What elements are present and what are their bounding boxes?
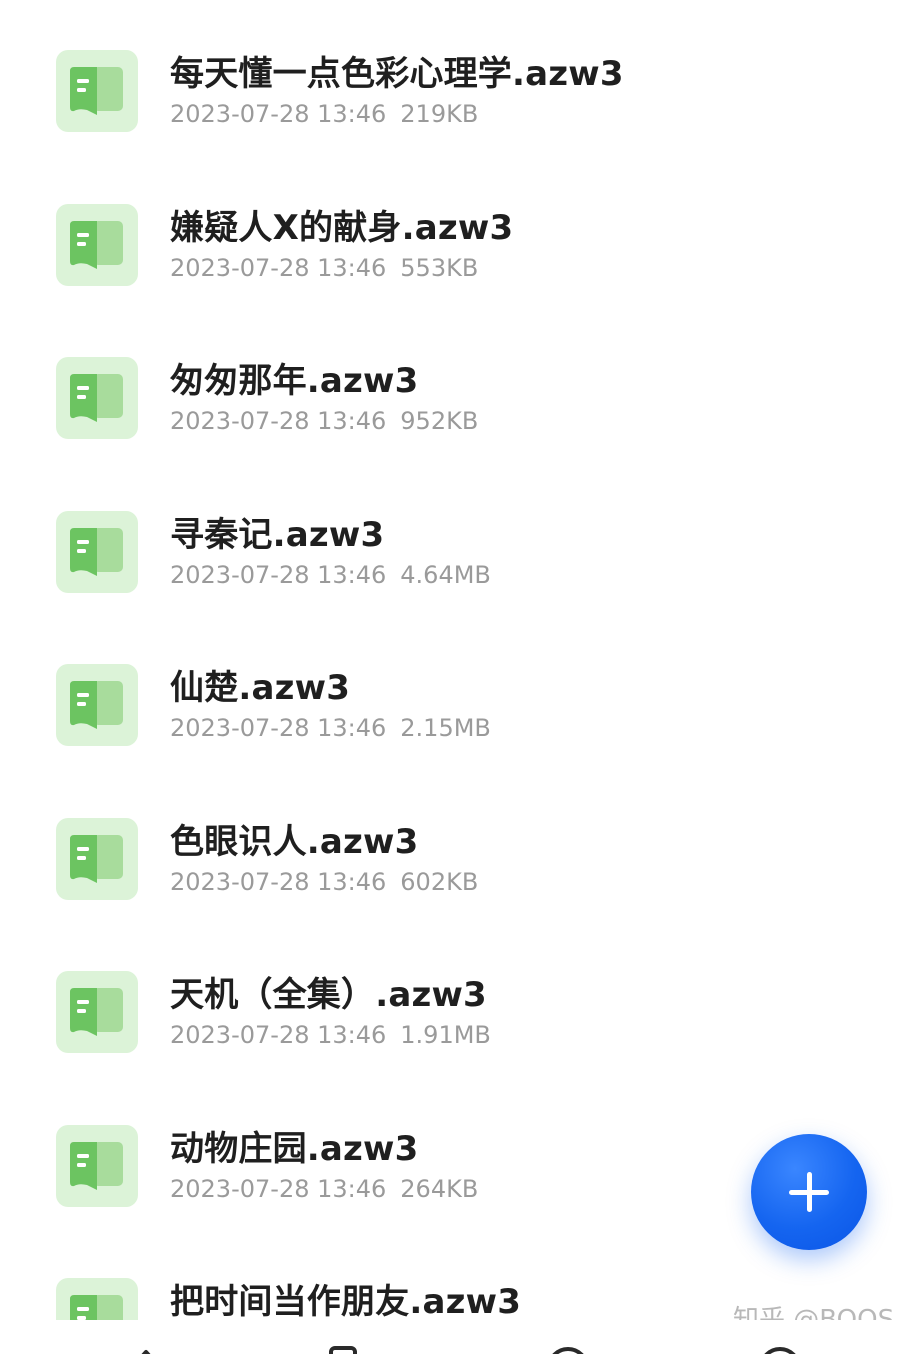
file-date: 2023-07-28 13:46 (170, 407, 387, 435)
file-meta: 2023-07-28 13:46 2.15MB (170, 714, 491, 742)
file-list: 每天懂一点色彩心理学.azw3 2023-07-28 13:46 219KB 嫌疑人X… (0, 0, 922, 1320)
book-icon (56, 971, 138, 1053)
file-meta: 2023-07-28 13:46 553KB (170, 254, 478, 282)
book-icon (56, 1124, 138, 1207)
file-size: 602KB (400, 867, 479, 896)
file-list-item[interactable]: 把时间当作朋友.azw3 (0, 0, 922, 1320)
file-date: 2023-07-28 13:46 (170, 253, 387, 282)
book-icon (56, 817, 138, 900)
add-fab-button[interactable] (751, 1134, 867, 1250)
file-date: 2023-07-28 13:46 (170, 1021, 387, 1049)
file-size: 952KB (400, 407, 479, 435)
file-name: 动物庄园.azw3 (170, 1128, 419, 1169)
file-name: 匆匆那年.azw3 (170, 361, 419, 401)
file-size: 1.91MB (400, 1021, 491, 1049)
book-icon (56, 510, 138, 593)
book-icon (56, 357, 138, 439)
file-meta: 2023-07-28 13:46 602KB (170, 868, 478, 896)
book-icon (56, 203, 138, 286)
home-icon[interactable] (124, 1344, 168, 1354)
file-name: 寻秦记.azw3 (170, 514, 385, 555)
file-date: 2023-07-28 13:46 (170, 1174, 387, 1203)
circle-icon[interactable] (546, 1344, 590, 1354)
file-size: 4.64MB (400, 560, 491, 589)
file-name: 把时间当作朋友.azw3 (170, 1282, 522, 1320)
file-meta: 2023-07-28 13:46 952KB (170, 407, 478, 435)
file-meta: 2023-07-28 13:46 1.91MB (170, 1021, 491, 1049)
file-name: 嫌疑人X的献身.azw3 (170, 207, 514, 248)
bottom-nav (0, 1320, 922, 1354)
file-name: 仙楚.azw3 (170, 668, 351, 708)
file-date: 2023-07-28 13:46 (170, 714, 387, 742)
file-date: 2023-07-28 13:46 (170, 867, 387, 896)
file-size: 2.15MB (400, 714, 491, 742)
file-meta: 2023-07-28 13:46 4.64MB (170, 561, 491, 589)
profile-icon[interactable] (758, 1344, 802, 1354)
book-nav-icon[interactable] (328, 1344, 358, 1354)
file-size: 264KB (400, 1174, 479, 1203)
book-icon (56, 664, 138, 746)
file-size: 553KB (400, 253, 479, 282)
book-icon (56, 1278, 138, 1320)
file-meta: 2023-07-28 13:46 264KB (170, 1175, 478, 1203)
file-name: 天机（全集）.azw3 (170, 975, 487, 1015)
file-name: 色眼识人.azw3 (170, 821, 419, 862)
file-date: 2023-07-28 13:46 (170, 560, 387, 589)
